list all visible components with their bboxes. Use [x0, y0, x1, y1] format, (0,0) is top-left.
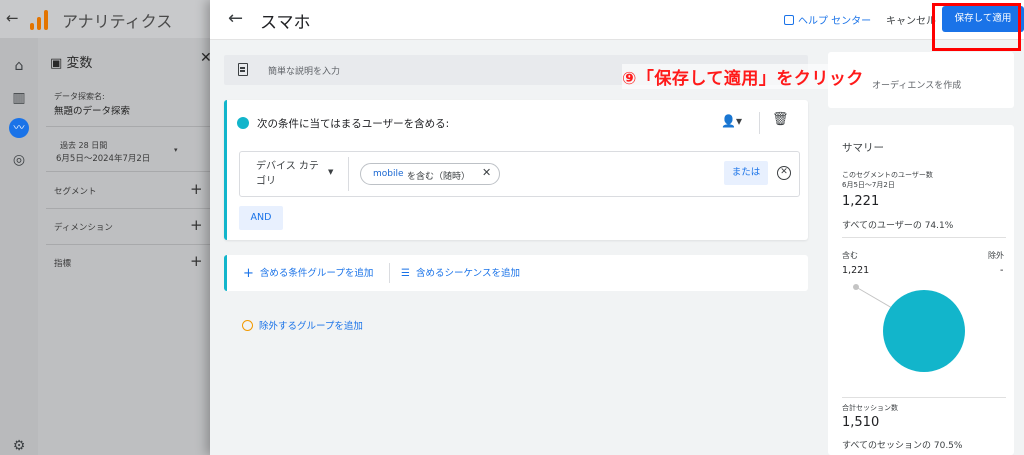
include-label: 含む	[842, 251, 858, 260]
external-link-icon	[784, 15, 794, 25]
dialog-topbar: ← スマホ ヘルプ センター キャンセル 保存して適用	[210, 0, 1024, 40]
filter-chip[interactable]: mobile を含む（随時） ✕	[360, 163, 500, 185]
date-range-label: 過去 28 日間	[60, 141, 108, 150]
save-button-highlight	[932, 3, 1021, 51]
sessions-label: 合計セッション数	[842, 404, 898, 412]
remove-circle-icon[interactable]: ✕	[777, 166, 791, 180]
create-audience-label[interactable]: オーディエンスを作成	[872, 78, 961, 91]
segment-title[interactable]: スマホ	[260, 8, 311, 33]
scope-person-dropdown-icon[interactable]: 👤▾	[721, 114, 742, 128]
section-metric-label: 指標	[54, 259, 72, 269]
exploration-name-value[interactable]: 無題のデータ探索	[54, 103, 130, 117]
help-center-link[interactable]: ヘルプ センター	[784, 12, 871, 27]
users-label: このセグメントのユーザー数	[842, 171, 933, 179]
cancel-button[interactable]: キャンセル	[886, 12, 936, 27]
condition-title: 次の条件に当てはまるユーザーを含める:	[257, 118, 450, 130]
back-arrow-icon[interactable]: ←	[6, 9, 19, 27]
description-doc-icon	[238, 63, 248, 76]
users-percentage: すべてのユーザーの 74.1%	[842, 221, 954, 231]
add-metric-icon[interactable]: +	[190, 252, 203, 270]
sessions-value: 1,510	[842, 415, 880, 430]
back-arrow-icon[interactable]: ←	[228, 8, 243, 29]
add-segment-icon[interactable]: +	[190, 180, 203, 198]
add-condition-group-button[interactable]: + 含める条件グループを追加	[243, 265, 373, 281]
users-value: 1,221	[842, 194, 880, 209]
summary-panel: サマリー このセグメントのユーザー数 6月5日～7月2日 1,221 すべてのユ…	[828, 125, 1014, 455]
section-segment-label: セグメント	[54, 187, 97, 197]
pie-excluded-marker	[853, 284, 859, 290]
variables-panel: ▣ 変数 ✕ データ探索名: 無題のデータ探索 過去 28 日間 6月5日～20…	[38, 38, 212, 455]
dimension-label: デバイス カテゴリ	[256, 161, 319, 187]
orange-circle-icon	[242, 320, 253, 331]
description-placeholder: 簡単な説明を入力	[268, 67, 341, 77]
exploration-name-label: データ探索名:	[54, 92, 105, 101]
section-dimension-label: ディメンション	[54, 223, 113, 233]
add-exclude-group-button[interactable]: 除外するグループを追加	[242, 318, 363, 332]
exclude-label: 除外	[988, 251, 1004, 260]
home-icon[interactable]: ⌂	[9, 56, 29, 76]
users-dates: 6月5日～7月2日	[842, 181, 895, 189]
sessions-percentage: すべてのセッションの 70.5%	[842, 441, 963, 451]
plus-icon: +	[243, 266, 254, 281]
pie-included-slice	[883, 290, 965, 372]
nav-rail: ⌂ ▥ 〰 ◎ ⚙	[0, 38, 38, 455]
app-title: アナリティクス	[62, 12, 173, 31]
and-button[interactable]: AND	[239, 206, 283, 230]
delete-trash-icon[interactable]: 🗑	[772, 112, 789, 127]
date-range-value[interactable]: 6月5日～2024年7月2日	[56, 152, 150, 164]
users-pie-chart	[853, 284, 965, 372]
teal-dot-icon	[237, 117, 249, 129]
panel-title: ▣ 変数	[50, 56, 93, 71]
explore-icon[interactable]: 〰	[9, 118, 29, 138]
condition-group-card: 次の条件に当てはまるユーザーを含める: 👤▾ 🗑 デバイス カテゴリ ▼ mob…	[224, 100, 808, 240]
chip-close-icon[interactable]: ✕	[482, 166, 491, 179]
or-button[interactable]: または	[724, 161, 768, 185]
condition-row: デバイス カテゴリ ▼ mobile を含む（随時） ✕ または ✕	[239, 151, 800, 197]
settings-icon[interactable]: ⚙	[9, 436, 29, 455]
sequence-list-icon: ☰	[401, 268, 410, 279]
segment-builder-dialog: ← スマホ ヘルプ センター キャンセル 保存して適用 簡単な説明を入力 次の条…	[210, 0, 1024, 455]
analytics-logo-icon	[30, 8, 52, 30]
caret-down-icon: ▼	[328, 168, 334, 176]
filter-chip-keyword: mobile	[373, 169, 404, 179]
instruction-callout: ⑨「保存して適用」をクリック	[622, 64, 864, 89]
analytics-background: ← アナリティクス ⌂ ▥ 〰 ◎ ⚙ ▣ 変数 ✕ データ探索名: 無題のデー…	[0, 0, 212, 455]
add-group-bar: + 含める条件グループを追加 ☰ 含めるシーケンスを追加	[224, 255, 808, 291]
summary-title: サマリー	[842, 142, 884, 154]
reports-icon[interactable]: ▥	[9, 88, 29, 108]
date-caret-icon[interactable]: ▾	[174, 146, 178, 154]
app-header: ← アナリティクス	[0, 0, 210, 38]
filter-chip-condition: を含む（随時）	[407, 172, 471, 182]
add-sequence-button[interactable]: ☰ 含めるシーケンスを追加	[401, 265, 520, 279]
dimension-select[interactable]: デバイス カテゴリ ▼	[248, 157, 348, 191]
advertising-icon[interactable]: ◎	[9, 150, 29, 170]
add-dimension-icon[interactable]: +	[190, 216, 203, 234]
